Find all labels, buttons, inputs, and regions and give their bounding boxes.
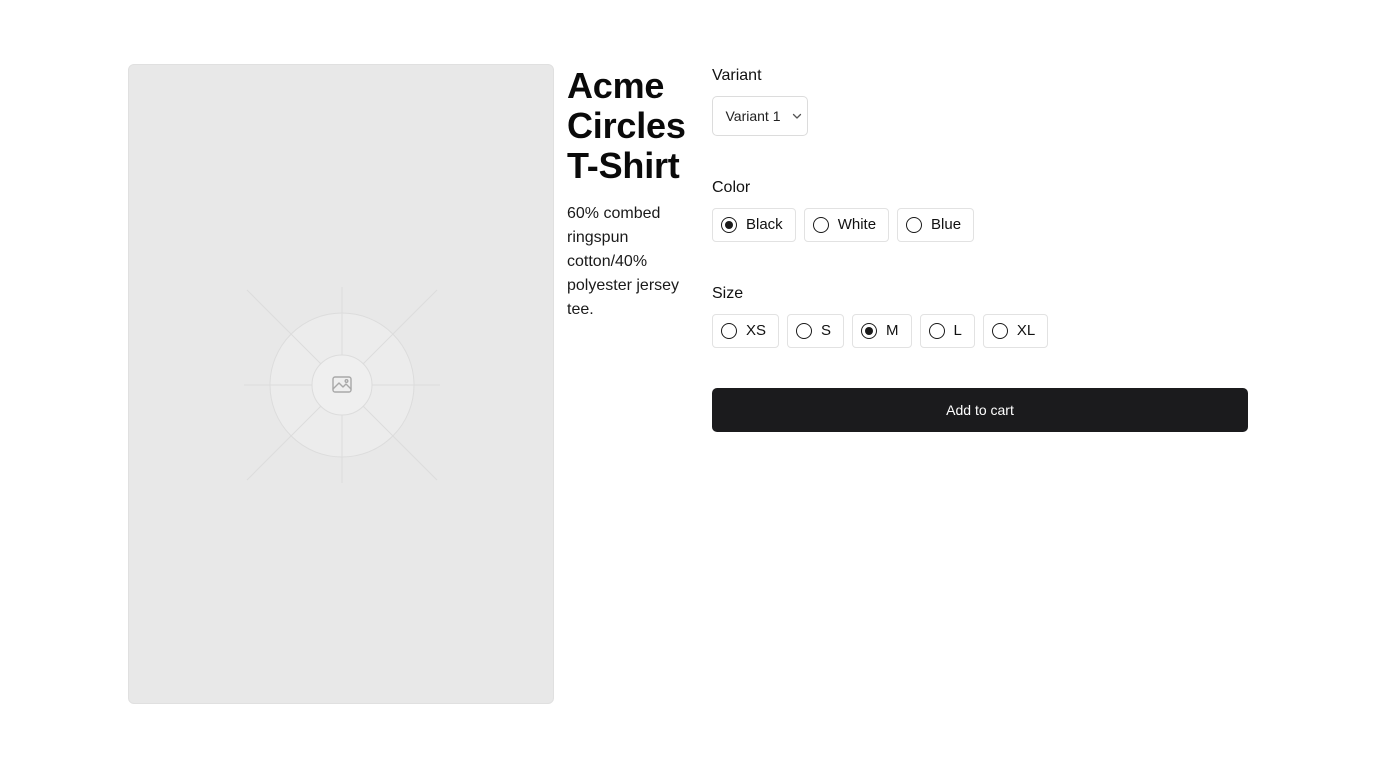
- size-option-label: XS: [746, 322, 767, 339]
- variant-select-value: Variant 1: [725, 108, 781, 124]
- add-to-cart-button[interactable]: Add to cart: [712, 388, 1248, 432]
- radio-button[interactable]: [906, 217, 923, 233]
- radio-button[interactable]: [721, 323, 737, 339]
- product-image-placeholder: [128, 64, 554, 704]
- variant-select[interactable]: Variant 1: [712, 96, 808, 136]
- color-option-black[interactable]: Black: [712, 208, 796, 242]
- product-page: Acme Circles T-Shirt 60% combed ringspun…: [0, 0, 1376, 768]
- size-option-label: XL: [1016, 322, 1036, 339]
- radio-button[interactable]: [991, 323, 1008, 339]
- radio-selected-dot: [865, 327, 874, 335]
- size-option-xl[interactable]: XL: [982, 314, 1049, 348]
- size-option-label: M: [886, 322, 899, 339]
- variant-section: Variant Variant 1: [712, 64, 1248, 136]
- radio-button[interactable]: [812, 217, 829, 233]
- size-option-l[interactable]: L: [919, 314, 975, 348]
- color-section: Color Black White Blue: [712, 176, 1248, 242]
- variant-label: Variant: [712, 67, 762, 84]
- color-option-blue[interactable]: Blue: [897, 208, 975, 242]
- chevron-down-icon: [792, 113, 802, 119]
- color-option-label: Black: [746, 216, 783, 233]
- image-placeholder-icon: [244, 287, 440, 483]
- radio-button[interactable]: [861, 323, 878, 339]
- color-option-label: White: [837, 216, 877, 233]
- color-options: Black White Blue: [712, 208, 1248, 242]
- radio-button[interactable]: [721, 217, 737, 233]
- size-option-label: S: [821, 322, 832, 339]
- product-options: Variant Variant 1 Color Black White Blue…: [712, 64, 1248, 432]
- size-option-xs[interactable]: XS: [712, 314, 780, 348]
- size-section: Size XS S M L XL: [712, 282, 1248, 348]
- color-option-white[interactable]: White: [803, 208, 890, 242]
- radio-button[interactable]: [796, 323, 813, 339]
- size-option-label: L: [953, 322, 962, 339]
- color-option-label: Blue: [931, 216, 962, 233]
- product-info: Acme Circles T-Shirt 60% combed ringspun…: [567, 64, 695, 322]
- radio-button[interactable]: [928, 323, 945, 339]
- size-option-s[interactable]: S: [787, 314, 845, 348]
- size-label: Size: [712, 285, 744, 302]
- radio-selected-dot: [725, 221, 733, 229]
- color-label: Color: [712, 179, 751, 196]
- size-option-m[interactable]: M: [852, 314, 912, 348]
- product-title: Acme Circles T-Shirt: [567, 65, 686, 186]
- size-options: XS S M L XL: [712, 314, 1248, 348]
- product-description: 60% combed ringspun cotton/40% polyester…: [567, 205, 680, 318]
